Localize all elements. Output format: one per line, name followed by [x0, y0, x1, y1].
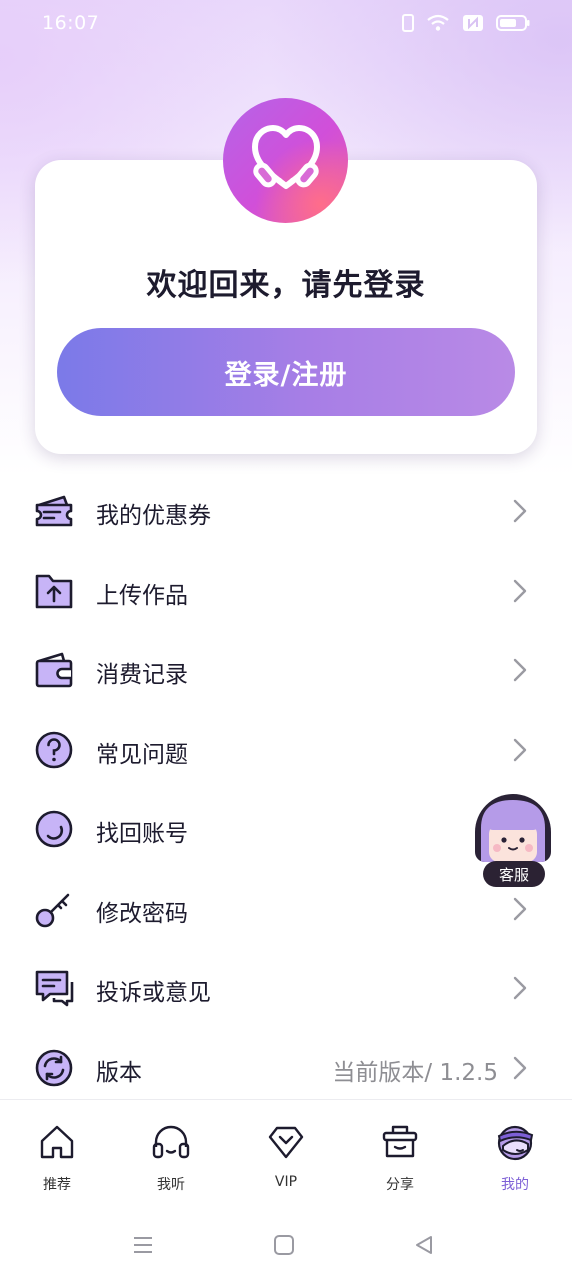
menu-item-coupons[interactable]: 我的优惠券 [0, 471, 572, 551]
menu-item-label: 消费记录 [96, 662, 188, 688]
app-logo [223, 98, 348, 223]
bottom-tab-bar: 推荐 我听 VIP 分享 我的 [0, 1099, 572, 1205]
tab-share[interactable]: 分享 [360, 1122, 440, 1194]
tab-recommend[interactable]: 推荐 [17, 1122, 97, 1194]
recover-account-icon [35, 810, 73, 848]
menu-item-faq[interactable]: 常见问题 [0, 710, 572, 790]
customer-service-float[interactable]: 客服 [475, 794, 551, 894]
wallet-icon [35, 652, 73, 688]
battery-icon [496, 14, 530, 32]
status-time: 16:07 [42, 12, 100, 34]
menu-item-label: 修改密码 [96, 900, 188, 927]
tab-listening[interactable]: 我听 [131, 1122, 211, 1194]
tab-mine[interactable]: 我的 [475, 1122, 555, 1194]
menu-item-label: 投诉或意见 [96, 980, 211, 1006]
menu-item-label: 找回账号 [96, 821, 188, 847]
share-basket-icon [382, 1125, 418, 1158]
status-icons [402, 14, 530, 32]
back-icon[interactable] [413, 1234, 435, 1256]
home-square-icon[interactable] [273, 1234, 295, 1256]
chevron-right-icon [513, 738, 527, 761]
system-nav-bar [0, 1204, 572, 1280]
headphones-icon [152, 1125, 190, 1159]
tab-label: 推荐 [43, 1177, 71, 1193]
diamond-icon [268, 1126, 304, 1159]
menu-item-purchase-history[interactable]: 消费记录 [0, 630, 572, 710]
tab-label: 分享 [386, 1177, 414, 1193]
menu-item-label: 常见问题 [96, 741, 188, 768]
key-icon [35, 893, 70, 927]
refresh-icon [35, 1049, 73, 1086]
menu-item-label: 我的优惠券 [96, 503, 211, 529]
profile-avatar-icon [497, 1125, 534, 1161]
chevron-right-icon [513, 1056, 527, 1079]
support-label: 客服 [483, 861, 545, 887]
tab-vip[interactable]: VIP [246, 1122, 326, 1190]
chevron-right-icon [513, 897, 527, 920]
vibrate-icon [402, 14, 414, 32]
coupon-icon [35, 495, 73, 527]
feedback-icon [35, 970, 74, 1007]
chevron-right-icon [513, 499, 527, 523]
status-bar: 16:07 [0, 0, 572, 50]
menu-icon[interactable] [132, 1234, 154, 1256]
heart-headphones-icon [251, 124, 320, 189]
home-icon [40, 1125, 74, 1159]
question-icon [35, 731, 73, 768]
nfc-icon [462, 14, 484, 32]
menu-item-feedback[interactable]: 投诉或意见 [0, 948, 572, 1028]
chevron-right-icon [513, 658, 527, 682]
wifi-icon [426, 14, 450, 32]
menu-item-upload[interactable]: 上传作品 [0, 551, 572, 631]
tab-label: 我听 [157, 1177, 185, 1193]
chevron-right-icon [513, 976, 527, 1000]
tab-label: VIP [274, 1174, 298, 1190]
welcome-text: 欢迎回来，请先登录 [146, 268, 426, 303]
menu-item-label: 上传作品 [96, 582, 188, 609]
menu-item-label: 版本 [96, 1059, 142, 1086]
chevron-right-icon [513, 579, 527, 602]
login-register-button[interactable]: 登录/注册 [57, 328, 515, 416]
tab-label: 我的 [501, 1177, 529, 1193]
support-avatar-icon [475, 794, 551, 862]
version-value: 当前版本/ 1.2.5 [332, 1059, 498, 1086]
menu-item-version[interactable]: 版本 当前版本/ 1.2.5 [0, 1028, 572, 1108]
settings-menu: 我的优惠券 上传作品 消费记录 常见问题 找回账号 修改密码 投诉或意见 版本 … [0, 471, 572, 1107]
upload-folder-icon [35, 574, 73, 608]
